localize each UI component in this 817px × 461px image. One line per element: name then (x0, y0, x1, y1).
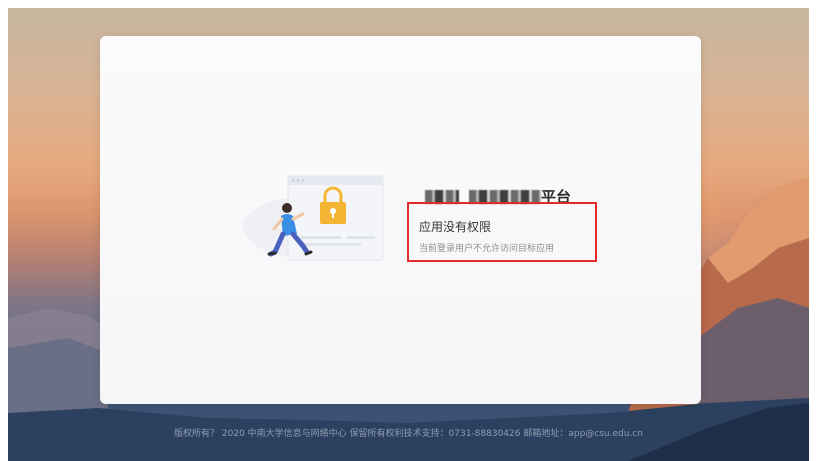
no-permission-illustration (243, 175, 384, 261)
error-description: 当前登录用户不允许访问目标应用 (419, 244, 555, 254)
footer-copyright: 版权所有？ 2020 中南大学信息与网络中心 保留所有权利技术支持：0731-8… (174, 429, 643, 439)
error-card: 平台 应用没有权限 当前登录用户不允许访问目标应用 (100, 36, 701, 404)
background: 平台 应用没有权限 当前登录用户不允许访问目标应用 版权所有？ 2020 中南大… (8, 8, 809, 461)
error-title: 应用没有权限 (419, 220, 492, 234)
